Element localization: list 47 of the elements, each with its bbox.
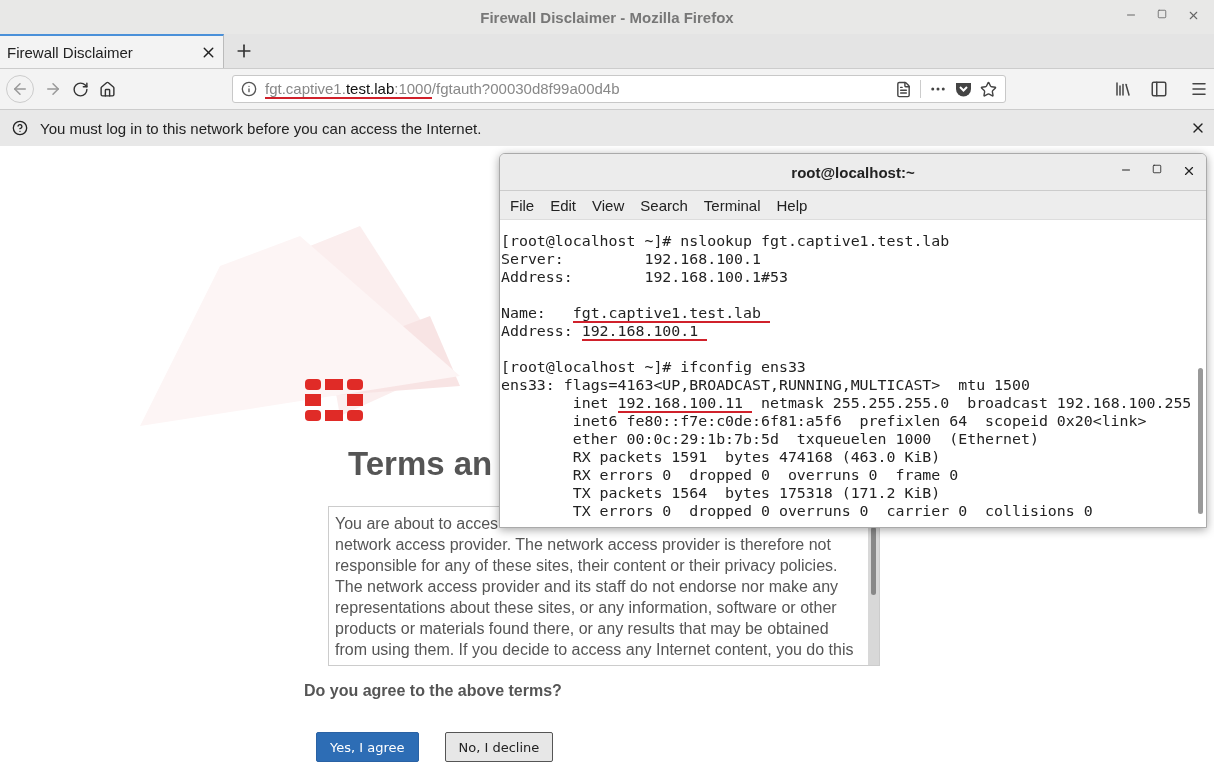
close-icon[interactable] <box>1182 164 1196 178</box>
terminal-line: RX packets 1591 bytes 474168 (463.0 KiB) <box>571 448 941 466</box>
info-icon[interactable] <box>241 81 257 97</box>
scrollbar-thumb[interactable] <box>1198 368 1203 514</box>
library-icon[interactable] <box>1114 80 1132 98</box>
terminal-line: [root@localhost ~]# ifconfig ens33 <box>501 358 806 376</box>
terminal-line: ether 00:0c:29:1b:7b:5d txqueuelen 1000 (Ethernet) <box>571 430 1039 448</box>
home-icon[interactable] <box>99 80 116 98</box>
terminal-line: Address: 192.168.100.1 <box>501 322 708 340</box>
terminal-line: inet6 fe80::f7e:c0de:6f81:a5f6 prefixlen 64 scopeid 0x20<link> <box>571 412 1147 430</box>
bookmark-star-icon[interactable] <box>980 80 997 98</box>
menu-item[interactable]: Search <box>632 196 696 214</box>
terminal-line: TX errors 0 dropped 0 overruns 0 carrier 0 collisions 0 <box>571 502 1093 520</box>
terms-text-start: You are about to acces <box>335 514 499 534</box>
decline-button[interactable]: No, I decline <box>444 732 554 762</box>
terminal-line: ens33: flags=4163<UP,BROADCAST,RUNNING,MULTICAST> mtu 1500 <box>501 376 1030 394</box>
menu-icon[interactable] <box>1190 80 1208 98</box>
maximize-icon[interactable] <box>1152 164 1162 174</box>
help-icon <box>12 120 28 136</box>
browser-tab[interactable]: Firewall Disclaimer <box>0 34 224 68</box>
notification-text: You must log in to this network before you can access the Internet. <box>40 119 483 137</box>
logo-icon <box>305 379 363 421</box>
terminal-line: [root@localhost ~]# nslookup fgt.captive1.test.lab <box>501 232 950 250</box>
maximize-icon[interactable] <box>1157 9 1167 19</box>
terminal-line: inet 192.168.100.11 netmask 255.255.255.0 broadcast 192.168.100.255 <box>571 394 1192 412</box>
sidebar-icon[interactable] <box>1150 80 1168 98</box>
menu-item[interactable]: Terminal <box>695 196 769 214</box>
reader-view-icon[interactable] <box>895 80 912 98</box>
terminal-line: RX errors 0 dropped 0 overruns 0 frame 0 <box>571 466 959 484</box>
page-heading: Terms an <box>348 444 493 484</box>
terminal-title: root@localhost:~ <box>791 163 915 181</box>
terminal-line: Address: 192.168.100.1#53 <box>501 268 788 286</box>
address-field[interactable]: fgt.captive1.test.lab:1000/fgtauth?00030d8f99a00d4b <box>232 75 1006 103</box>
terminal-line: Name: fgt.captive1.test.lab <box>501 304 770 322</box>
terminal-line: TX packets 1564 bytes 175318 (171.2 KiB) <box>571 484 941 502</box>
terminal-line: Server: 192.168.100.1 <box>501 250 761 268</box>
menu-item[interactable]: File <box>502 196 543 214</box>
scrollbar-thumb[interactable] <box>871 527 876 595</box>
menu-item[interactable]: View <box>584 196 633 214</box>
terms-question: Do you agree to the above terms? <box>304 682 563 700</box>
menu-item[interactable]: Edit <box>542 196 585 214</box>
window-title: Firewall Disclaimer - Mozilla Firefox <box>480 8 734 26</box>
menu-item[interactable]: Help <box>768 196 816 214</box>
pocket-icon[interactable] <box>955 81 972 97</box>
reload-icon[interactable] <box>72 80 89 98</box>
agree-button[interactable]: Yes, I agree <box>316 732 419 762</box>
terms-text: network access provider. The network access provider is therefore not responsible for any of these sites, their content or their privacy policies. The network access provider and its staff do not endorse nor make any representations about these sites, or any information, software or other products or materials found there, or any results that may be obtained from using them. If you decide to access any Internet content, you do this <box>335 535 855 660</box>
